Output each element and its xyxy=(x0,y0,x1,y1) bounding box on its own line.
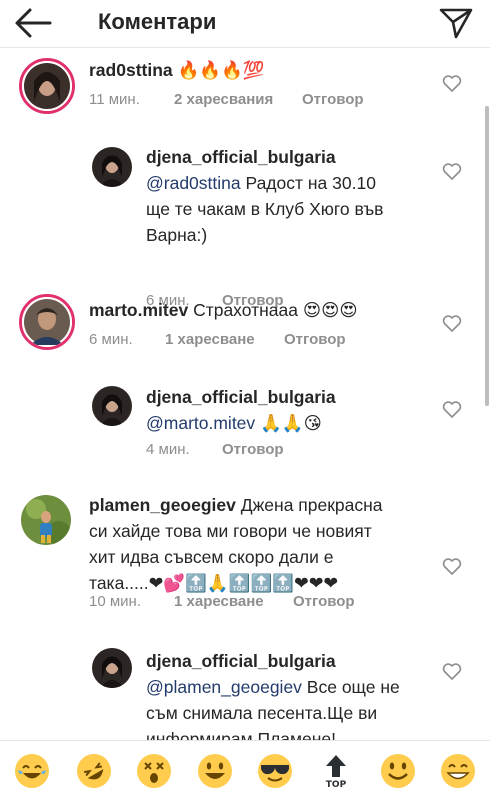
comment-username[interactable]: marto.mitev xyxy=(89,300,188,320)
reply-button[interactable]: Отговор xyxy=(222,441,284,458)
comment-username[interactable]: djena_official_bulgaria xyxy=(146,387,336,407)
send-button[interactable] xyxy=(438,3,474,41)
comment-text: Страхотнааа xyxy=(188,300,298,320)
heart-icon[interactable] xyxy=(442,315,462,333)
reply-item: djena_official_bulgaria @rad0sttina Радо… xyxy=(0,144,490,309)
comment-item: rad0sttina 🔥🔥🔥💯 11 мин. 2 харесвания Отг… xyxy=(0,48,490,152)
comment-item: marto.mitev Страхотнааа 😍😍😍 6 мин. 1 хар… xyxy=(0,292,490,368)
comment-username[interactable]: djena_official_bulgaria xyxy=(146,651,336,671)
comment-emojis: 😍😍😍 xyxy=(302,300,358,320)
comments-list[interactable]: rad0sttina 🔥🔥🔥💯 11 мин. 2 харесвания Отг… xyxy=(0,48,490,740)
mention-link[interactable]: @rad0sttina xyxy=(146,173,241,193)
back-button[interactable] xyxy=(14,6,52,40)
likes-count[interactable]: 2 харесвания xyxy=(174,91,273,108)
reply-button[interactable]: Отговор xyxy=(302,91,364,108)
comment-time: 6 мин. xyxy=(89,331,133,348)
heart-icon[interactable] xyxy=(442,163,462,181)
reply-item: djena_official_bulgaria @plamen_geoegiev… xyxy=(0,648,490,740)
scrollbar[interactable] xyxy=(485,106,489,406)
grinning-emoji-icon[interactable] xyxy=(380,753,416,789)
likes-count[interactable]: 1 харесване xyxy=(174,593,264,610)
comment-time: 10 мин. xyxy=(89,593,141,610)
comment-text: си хайде това ми говори че новият xyxy=(89,521,372,541)
joy-emoji-icon[interactable] xyxy=(14,753,50,789)
reply-item: djena_official_bulgaria @marto.mitev 🙏🙏😘… xyxy=(0,384,490,464)
avatar[interactable] xyxy=(92,648,132,688)
comment-username[interactable]: rad0sttina xyxy=(89,60,173,80)
comment-item: plamen_geoegiev Джена прекрасна си хайде… xyxy=(0,492,490,622)
comment-text: Варна:) xyxy=(146,225,208,245)
comment-text: 🔥🔥🔥💯 xyxy=(177,60,265,80)
comment-text: съм снимала песента.Ще ви xyxy=(146,703,378,723)
rofl-emoji-icon[interactable] xyxy=(76,753,112,789)
comment-username[interactable]: djena_official_bulgaria xyxy=(146,147,336,167)
mention-link[interactable]: @marto.mitev xyxy=(146,413,255,433)
comment-text: така..... xyxy=(89,573,149,593)
avatar[interactable] xyxy=(92,147,132,187)
comment-text: Радост на 30.10 xyxy=(240,173,376,193)
sunglasses-emoji-icon[interactable] xyxy=(257,753,293,789)
comment-text: хит идва съвсем скоро дали е xyxy=(89,547,334,567)
arrow-left-icon xyxy=(15,8,52,38)
top-arrow-emoji-icon[interactable]: TOP xyxy=(318,753,354,789)
reply-button[interactable]: Отговор xyxy=(293,593,355,610)
comment-time: 11 мин. xyxy=(89,91,140,108)
quick-emoji-bar: TOP xyxy=(0,740,490,800)
page-title: Коментари xyxy=(98,9,217,34)
comment-text: информирам Пламене! xyxy=(146,729,337,740)
heart-icon[interactable] xyxy=(442,663,462,681)
header-bar: Коментари xyxy=(0,0,490,48)
heart-icon[interactable] xyxy=(442,401,462,419)
avatar[interactable] xyxy=(92,386,132,426)
avatar[interactable] xyxy=(19,294,75,350)
avatar[interactable] xyxy=(21,495,71,545)
comment-text: Джена прекрасна xyxy=(235,495,383,515)
paper-plane-icon xyxy=(439,8,473,39)
likes-count[interactable]: 1 харесване xyxy=(165,331,255,348)
comment-text: ще те чакам в Клуб Хюго във xyxy=(146,199,384,219)
svg-text:TOP: TOP xyxy=(326,780,347,789)
comment-emojis: ❤💕🔝🙏🔝🔝🔝❤❤❤ xyxy=(148,573,339,593)
grinning-emoji-icon[interactable] xyxy=(197,753,233,789)
comment-emojis: 🙏🙏😘 xyxy=(260,413,322,433)
heart-icon[interactable] xyxy=(442,558,462,576)
heart-icon[interactable] xyxy=(442,75,462,93)
beaming-face-emoji-icon[interactable] xyxy=(440,753,476,789)
avatar[interactable] xyxy=(19,58,75,114)
comment-time: 4 мин. xyxy=(146,441,190,458)
comment-text: Все още не xyxy=(301,677,400,697)
mention-link[interactable]: @plamen_geoegiev xyxy=(146,677,302,697)
comment-username[interactable]: plamen_geoegiev xyxy=(89,495,236,515)
reply-button[interactable]: Отговор xyxy=(284,331,346,348)
dizzy-face-emoji-icon[interactable] xyxy=(136,753,172,789)
